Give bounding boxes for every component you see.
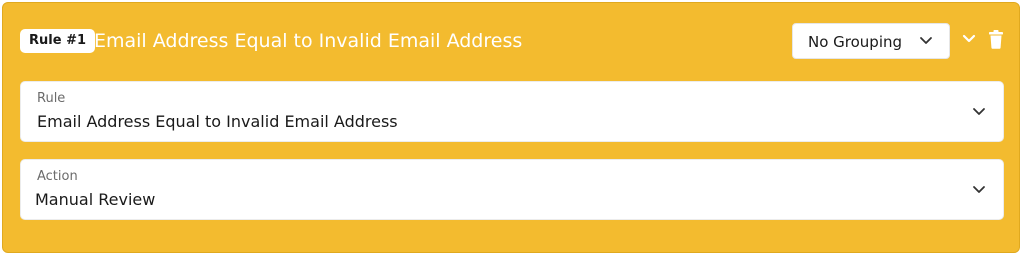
trash-icon[interactable] (988, 30, 1004, 49)
rule-field-label: Rule (37, 91, 66, 106)
rule-title: Email Address Equal to Invalid Email Add… (94, 30, 523, 52)
rule-header: Rule #1 Email Address Equal to Invalid E… (3, 3, 1019, 81)
rule-select[interactable]: Rule Email Address Equal to Invalid Emai… (20, 81, 1004, 142)
rule-number-badge: Rule #1 (20, 29, 96, 53)
rule-card: Rule #1 Email Address Equal to Invalid E… (2, 2, 1020, 253)
grouping-select[interactable]: No Grouping (792, 23, 950, 59)
action-select[interactable]: Action Manual Review (20, 159, 1004, 220)
action-field-label: Action (37, 169, 78, 184)
chevron-down-icon (973, 108, 985, 115)
chevron-down-icon (973, 186, 985, 193)
grouping-selected-value: No Grouping (808, 33, 903, 51)
collapse-chevron-icon[interactable] (961, 32, 977, 46)
chevron-down-icon (920, 37, 932, 44)
rule-field-value: Email Address Equal to Invalid Email Add… (37, 112, 398, 131)
action-field-value: Manual Review (35, 190, 156, 209)
